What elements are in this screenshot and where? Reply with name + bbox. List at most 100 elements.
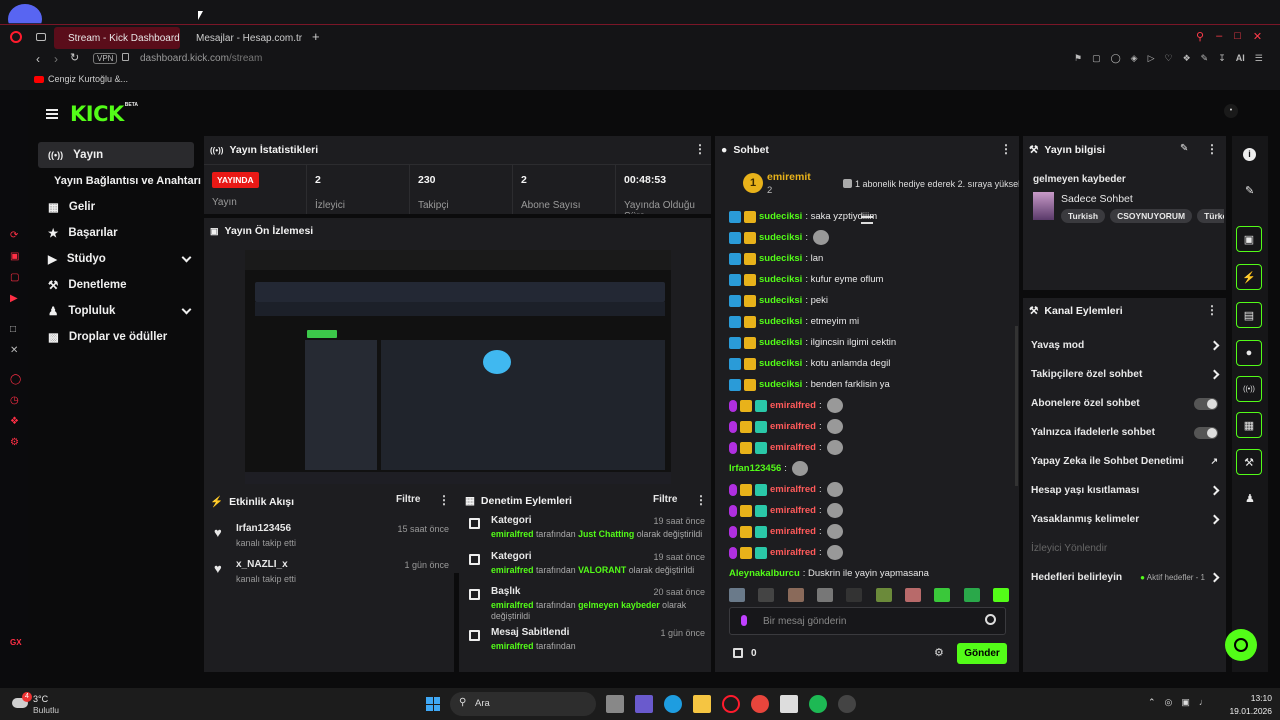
edit-icon[interactable]: ✎ xyxy=(1180,143,1188,154)
taskbar-search[interactable]: ⚲ Ara xyxy=(450,692,596,716)
twitch-icon[interactable]: □ xyxy=(10,324,21,335)
bookmark-item[interactable]: Cengiz Kurtoğlu &... xyxy=(34,74,128,84)
emote-icon[interactable] xyxy=(729,588,745,602)
emote-icon[interactable] xyxy=(904,588,921,602)
pinned-user[interactable]: emiremit xyxy=(767,171,811,183)
new-tab-button[interactable]: + xyxy=(312,29,320,44)
moderator-name[interactable]: emiralfred xyxy=(491,529,534,539)
maximize-button[interactable]: □ xyxy=(1234,30,1241,43)
history-icon[interactable]: ◷ xyxy=(10,395,21,406)
emote-icon[interactable] xyxy=(875,588,892,602)
sidebar-item-topluluk[interactable]: ♟ Topluluk xyxy=(38,298,194,324)
clip-button[interactable]: ▣ xyxy=(1236,226,1262,252)
poll-button[interactable]: ▦ xyxy=(1236,412,1262,438)
more-options-icon[interactable]: ⋮ xyxy=(1206,303,1218,317)
chat-username[interactable]: sudeciksi xyxy=(759,379,802,390)
edit-rail-icon[interactable]: ✎ xyxy=(1245,184,1254,197)
emote-icon[interactable] xyxy=(758,588,775,602)
download-icon[interactable]: ↧ xyxy=(1218,53,1226,64)
url-field[interactable]: dashboard.kick.com/stream xyxy=(140,53,262,64)
mic-icon[interactable] xyxy=(741,615,747,626)
clock[interactable]: 13:10 19.01.2026 xyxy=(1226,693,1272,716)
more-options-icon[interactable]: ⋮ xyxy=(695,493,707,507)
x-icon[interactable]: ✕ xyxy=(10,345,21,356)
ai-button[interactable]: AI xyxy=(1236,53,1245,64)
opera-gx-icon[interactable] xyxy=(722,695,740,713)
community-rail-icon[interactable]: ♟ xyxy=(1245,492,1255,505)
kick-logo[interactable]: KICK BETA xyxy=(70,102,138,126)
stream-preview-video[interactable] xyxy=(245,250,671,484)
widget-app-icon[interactable] xyxy=(635,695,653,713)
chat-username[interactable]: sudeciksi xyxy=(759,232,802,243)
channel-action-item[interactable]: Hedefleri belirleyin ● Aktif hedefler - 1 xyxy=(1023,563,1226,592)
spotify-icon[interactable] xyxy=(809,695,827,713)
bag-icon[interactable]: ▣ xyxy=(10,251,21,262)
chat-username[interactable]: sudeciksi xyxy=(759,211,802,222)
chat-username[interactable]: sudeciksi xyxy=(759,253,802,264)
support-chat-button[interactable] xyxy=(1225,629,1257,661)
tab-kick-dashboard[interactable]: Stream - Kick Dashboard xyxy=(54,27,180,49)
chat-username[interactable]: emiralfred xyxy=(770,547,816,558)
chat-input[interactable]: Bir mesaj gönderin xyxy=(729,607,1006,635)
tab-hesap-messages[interactable]: Mesajlar - Hesap.com.tr xyxy=(182,27,307,49)
sidebar-item-gelir[interactable]: ▦ Gelir xyxy=(38,194,194,220)
filter-button[interactable]: Filtre xyxy=(396,494,420,505)
activity-user[interactable]: x_NAZLI_x xyxy=(236,559,288,570)
edge-icon[interactable] xyxy=(664,695,682,713)
chat-username[interactable]: sudeciksi xyxy=(759,337,802,348)
tab-switcher-icon[interactable] xyxy=(36,33,46,41)
emote-icon[interactable] xyxy=(846,588,863,602)
task-view-icon[interactable] xyxy=(606,695,624,713)
stream-category[interactable]: Sadece Sohbet xyxy=(1061,193,1133,205)
hamburger-menu-icon[interactable] xyxy=(46,109,58,119)
steam-icon[interactable] xyxy=(838,695,856,713)
chat-username[interactable]: Aleynakalburcu xyxy=(729,568,800,579)
pen-icon[interactable]: ✎ xyxy=(1201,53,1209,64)
search-tabs-icon[interactable]: ⚲ xyxy=(1196,30,1204,43)
microphone-icon[interactable]: ◎ xyxy=(1165,697,1173,708)
emoji-icon[interactable] xyxy=(985,614,996,625)
chat-username[interactable]: sudeciksi xyxy=(759,358,802,369)
chat-scrollbar[interactable] xyxy=(1015,326,1018,486)
shield-icon[interactable]: ◈ xyxy=(1131,53,1138,64)
player-icon[interactable]: ▷ xyxy=(1148,53,1155,64)
chat-username[interactable]: Irfan123456 xyxy=(729,463,781,474)
chat-username[interactable]: emiralfred xyxy=(770,505,816,516)
channel-action-item[interactable]: Yasaklanmış kelimeler xyxy=(1023,505,1226,534)
emote-icon[interactable] xyxy=(934,588,951,602)
boost-button[interactable]: ⚡ xyxy=(1236,264,1262,290)
toggle-switch[interactable] xyxy=(1194,397,1218,410)
volume-icon[interactable]: ♩ xyxy=(1199,697,1208,708)
chat-username[interactable]: emiralfred xyxy=(770,484,816,495)
network-icon[interactable]: ▣ xyxy=(1181,697,1190,708)
sidebar-item-stream-key[interactable]: Yayın Bağlantısı ve Anahtarı xyxy=(38,168,201,194)
tray-chevron-icon[interactable]: ⌃ xyxy=(1148,697,1156,708)
calculator-icon[interactable] xyxy=(780,695,798,713)
broadcast-rail-button[interactable]: ((•)) xyxy=(1236,376,1262,402)
sidebar-item-basarilar[interactable]: ★ Başarılar xyxy=(38,220,194,246)
player-rail-icon[interactable]: ◯ xyxy=(10,374,21,385)
user-menu-icon[interactable]: • xyxy=(1224,104,1238,118)
send-button[interactable]: Gönder xyxy=(957,643,1007,664)
activity-user[interactable]: Irfan123456 xyxy=(236,523,291,534)
back-icon[interactable]: ‹ xyxy=(36,52,40,66)
sidebar-item-yayin[interactable]: ((•)) Yayın xyxy=(38,142,194,168)
filter-button[interactable]: Filtre xyxy=(653,494,677,505)
moderator-name[interactable]: emiralfred xyxy=(491,641,534,651)
emote-icon[interactable] xyxy=(816,588,833,602)
vpn-badge[interactable]: VPN xyxy=(93,53,118,64)
emote-icon[interactable] xyxy=(963,588,980,602)
info-icon[interactable]: i xyxy=(1243,148,1256,161)
youtube-rail-icon[interactable]: ▶ xyxy=(10,293,21,304)
emote-icon[interactable] xyxy=(787,588,804,602)
forward-icon[interactable]: › xyxy=(54,52,58,66)
chat-rail-button[interactable]: ● xyxy=(1236,340,1262,366)
inventory-icon[interactable] xyxy=(733,648,743,658)
more-options-icon[interactable]: ⋮ xyxy=(694,142,706,156)
sidebar-item-droplar[interactable]: ▩ Droplar ve ödüller xyxy=(38,324,194,350)
mod-tools-button[interactable]: ⚒ xyxy=(1236,449,1262,475)
toggle-switch[interactable] xyxy=(1194,426,1218,439)
sidebar-item-studyo[interactable]: ▶ Stüdyo xyxy=(38,246,194,272)
chat-username[interactable]: emiralfred xyxy=(770,421,816,432)
heart-icon[interactable]: ♡ xyxy=(1165,53,1173,64)
